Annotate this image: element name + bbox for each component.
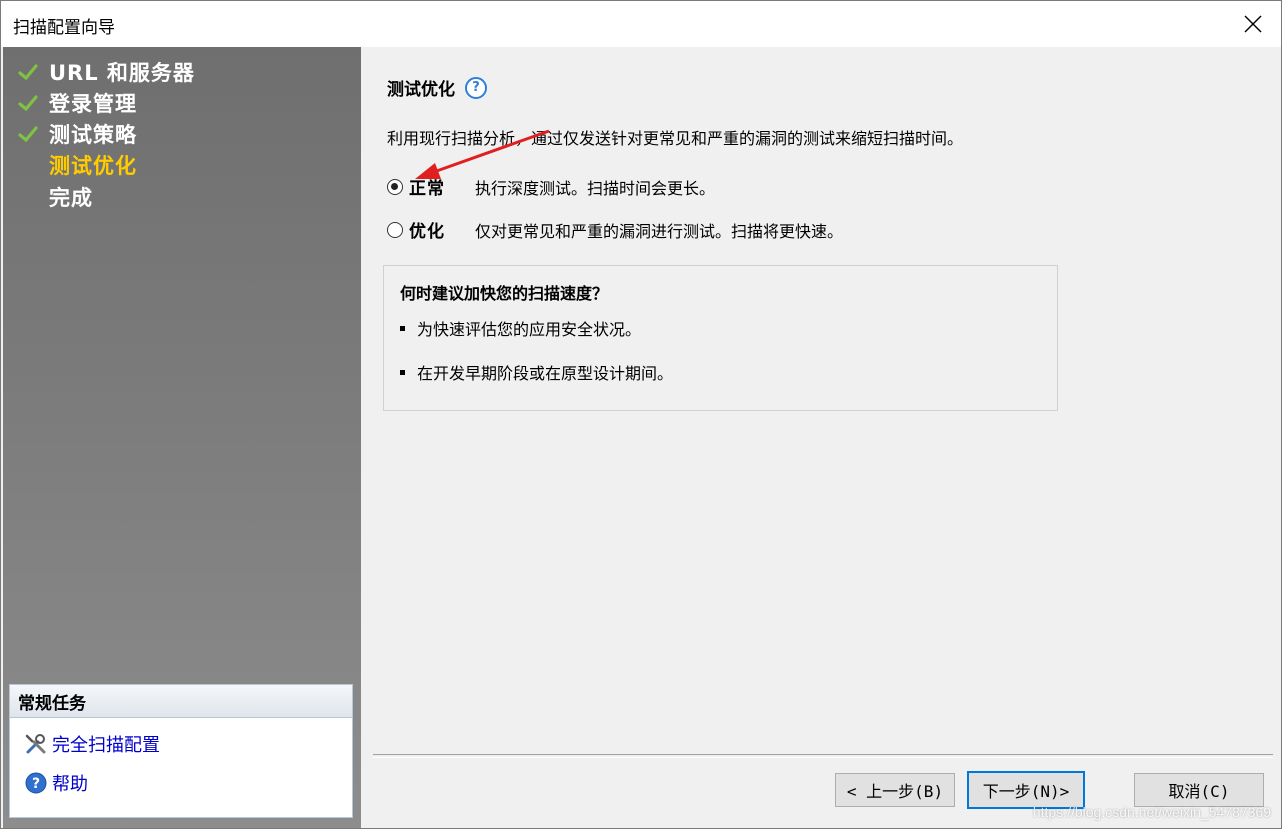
info-bullet: 为快速评估您的应用安全状况。 xyxy=(400,316,641,340)
common-tasks-panel: 常规任务 完全扫描配置 ? 帮助 xyxy=(9,684,353,818)
checkmark-icon xyxy=(18,64,38,81)
info-bullet: 在开发早期阶段或在原型设计期间。 xyxy=(400,360,673,384)
window-title: 扫描配置向导 xyxy=(13,18,115,38)
step-test-optimization[interactable]: 测试优化 xyxy=(17,150,137,180)
step-login-management[interactable]: 登录管理 xyxy=(17,88,137,118)
radio-normal[interactable] xyxy=(387,178,403,195)
close-icon xyxy=(1244,15,1262,33)
help-link[interactable]: ? 帮助 xyxy=(24,770,88,796)
help-question-icon[interactable]: ? xyxy=(465,76,487,99)
option-label: 优化 xyxy=(409,222,445,242)
option-optimized[interactable]: 优化 仅对更常见和严重的漏洞进行测试。扫描将更快速。 xyxy=(387,217,843,242)
common-tasks-title: 常规任务 xyxy=(10,685,352,718)
footer-separator xyxy=(373,754,1273,758)
radio-optimized[interactable] xyxy=(387,221,403,238)
option-label: 正常 xyxy=(409,179,445,199)
step-label: URL 和服务器 xyxy=(49,61,195,85)
option-description: 仅对更常见和严重的漏洞进行测试。扫描将更快速。 xyxy=(475,221,844,241)
page-heading: 测试优化 ? xyxy=(387,75,487,100)
main-content: 测试优化 ? 利用现行扫描分析，通过仅发送针对更常见和严重的漏洞的测试来缩短扫描… xyxy=(363,47,1281,828)
task-label: 完全扫描配置 xyxy=(52,735,160,756)
option-description: 执行深度测试。扫描时间会更长。 xyxy=(475,178,716,198)
watermark: https://blog.csdn.net/weixin_54787369 xyxy=(1032,804,1271,820)
cancel-button[interactable]: 取消(C) xyxy=(1134,773,1264,807)
tools-icon xyxy=(25,734,46,754)
step-label: 测试策略 xyxy=(49,123,137,147)
speed-tips-box: 何时建议加快您的扫描速度？ 为快速评估您的应用安全状况。 在开发早期阶段或在原型… xyxy=(383,265,1058,411)
close-button[interactable] xyxy=(1233,7,1273,41)
step-url-and-server[interactable]: URL 和服务器 xyxy=(17,57,195,87)
task-label: 帮助 xyxy=(52,774,88,795)
description-text: 利用现行扫描分析，通过仅发送针对更常见和严重的漏洞的测试来缩短扫描时间。 xyxy=(387,129,964,148)
svg-text:?: ? xyxy=(32,776,40,792)
checkmark-icon xyxy=(18,126,38,143)
full-scan-config-link[interactable]: 完全扫描配置 xyxy=(24,731,160,757)
info-title: 何时建议加快您的扫描速度？ xyxy=(400,284,609,303)
step-label: 完成 xyxy=(49,186,93,210)
back-button[interactable]: < 上一步(B) xyxy=(835,773,955,807)
step-label: 测试优化 xyxy=(49,154,137,178)
step-finish[interactable]: 完成 xyxy=(17,182,93,212)
step-test-policy[interactable]: 测试策略 xyxy=(17,119,137,149)
help-icon: ? xyxy=(25,772,47,794)
wizard-steps-sidebar: URL 和服务器 登录管理 测试策略 测试优化 完成 常规任务 完全扫描配置 ?… xyxy=(3,47,361,828)
option-normal[interactable]: 正常 执行深度测试。扫描时间会更长。 xyxy=(387,174,715,199)
title-bar: 扫描配置向导 xyxy=(1,1,1281,47)
checkmark-icon xyxy=(18,95,38,112)
step-label: 登录管理 xyxy=(49,92,137,116)
page-title: 测试优化 xyxy=(387,80,455,100)
scan-config-wizard-window: 扫描配置向导 URL 和服务器 登录管理 测试策略 测试优化 完成 常规任务 完… xyxy=(0,0,1282,829)
